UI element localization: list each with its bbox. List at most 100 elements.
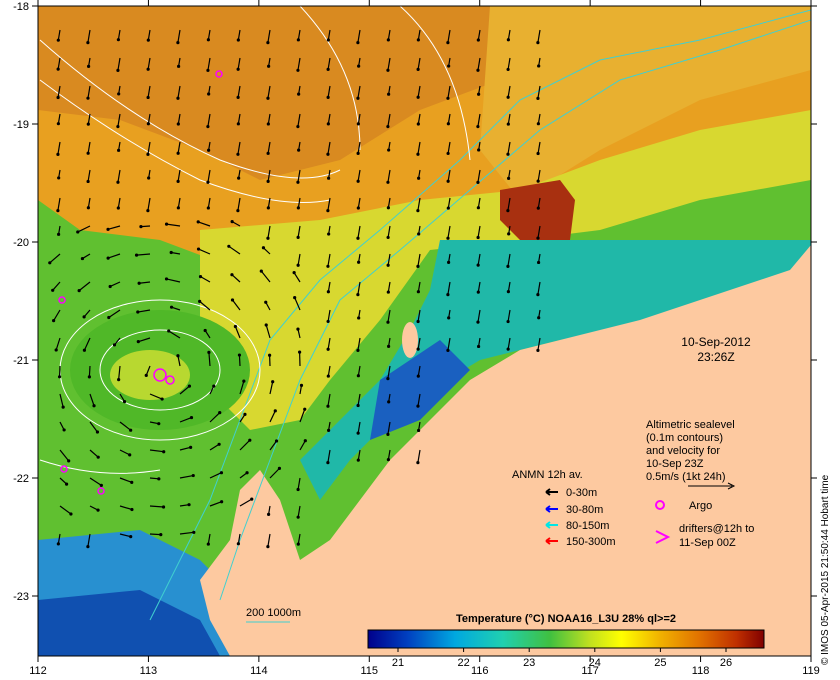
velocity-arrow-head bbox=[266, 40, 270, 45]
velocity-arrow-head bbox=[416, 208, 420, 213]
velocity-arrow-head bbox=[76, 230, 80, 234]
velocity-arrow-head bbox=[356, 179, 360, 183]
velocity-arrow-head bbox=[227, 244, 231, 248]
velocity-arrow-head bbox=[144, 373, 148, 377]
velocity-arrow-head bbox=[326, 347, 330, 351]
lon-tick-label: 118 bbox=[692, 665, 710, 677]
island bbox=[402, 322, 418, 358]
velocity-arrow-head bbox=[117, 377, 121, 382]
lat-tick-label: -21 bbox=[13, 355, 29, 367]
velocity-arrow-head bbox=[266, 206, 270, 210]
lon-tick-label: 114 bbox=[250, 665, 268, 677]
velocity-arrow-head bbox=[298, 350, 302, 354]
lon-tick-label: 113 bbox=[140, 665, 158, 677]
velocity-arrow-head bbox=[136, 340, 140, 344]
drifters-label-1: drifters@12h to bbox=[679, 523, 754, 535]
colorbar-tick-label: 26 bbox=[720, 657, 732, 669]
velocity-arrow-head bbox=[446, 151, 450, 156]
velocity-arrow-head bbox=[236, 208, 240, 213]
velocity-arrow-head bbox=[160, 397, 164, 401]
velocity-arrow-head bbox=[250, 497, 254, 501]
velocity-arrow-head bbox=[416, 404, 420, 408]
velocity-arrow-head bbox=[243, 412, 247, 416]
velocity-arrow-head bbox=[296, 235, 300, 239]
velocity-arrow-head bbox=[476, 206, 480, 210]
velocity-arrow-head bbox=[56, 152, 60, 156]
velocity-arrow-head bbox=[161, 505, 166, 509]
lat-tick-label: -23 bbox=[13, 591, 29, 603]
velocity-arrow-head bbox=[416, 347, 420, 351]
velocity-arrow-head bbox=[187, 503, 191, 507]
velocity-arrow-head bbox=[57, 232, 61, 236]
velocity-arrow-head bbox=[296, 68, 300, 72]
velocity-arrow-head bbox=[146, 152, 150, 156]
velocity-arrow-head bbox=[219, 471, 224, 475]
velocity-arrow-head bbox=[236, 542, 240, 546]
velocity-arrow-head bbox=[82, 315, 86, 319]
velocity-arrow-head bbox=[416, 152, 420, 156]
velocity-arrow-head bbox=[506, 152, 510, 156]
velocity-arrow-head bbox=[77, 289, 81, 293]
velocity-arrow-head bbox=[236, 152, 240, 156]
velocity-arrow-head bbox=[207, 350, 211, 354]
map-area bbox=[38, 6, 811, 656]
velocity-arrow-head bbox=[245, 471, 249, 475]
velocity-arrow-head bbox=[356, 122, 360, 126]
velocity-arrow-head bbox=[296, 38, 300, 42]
velocity-arrow-head bbox=[56, 208, 60, 213]
velocity-arrow-head bbox=[116, 38, 120, 42]
velocity-arrow-head bbox=[207, 148, 211, 152]
velocity-arrow bbox=[238, 355, 241, 367]
lat-tick-label: -19 bbox=[13, 119, 29, 131]
velocity-arrow-head bbox=[506, 347, 510, 351]
velocity-arrow-head bbox=[86, 96, 90, 100]
velocity-arrow-head bbox=[446, 206, 450, 210]
velocity-arrow-head bbox=[69, 512, 73, 516]
velocity-arrow-head bbox=[196, 247, 201, 251]
velocity-arrow-head bbox=[506, 290, 510, 294]
hot-patch bbox=[500, 180, 575, 240]
velocity-arrow-head bbox=[267, 64, 271, 68]
velocity-arrow-head bbox=[506, 38, 510, 42]
velocity-arrow-head bbox=[218, 411, 222, 415]
velocity-arrow-head bbox=[274, 439, 279, 443]
velocity-arrow-head bbox=[447, 316, 451, 320]
velocity-arrow-head bbox=[146, 95, 150, 100]
velocity-arrow-head bbox=[137, 281, 141, 285]
velocity-arrow-head bbox=[116, 124, 120, 129]
velocity-arrow-head bbox=[416, 460, 420, 465]
velocity-arrow-head bbox=[506, 319, 510, 324]
velocity-arrow-head bbox=[446, 122, 450, 126]
velocity-arrow-head bbox=[507, 232, 511, 236]
velocity-arrow-head bbox=[146, 122, 150, 126]
velocity-arrow-head bbox=[268, 353, 272, 357]
velocity-arrow-head bbox=[506, 122, 510, 126]
velocity-arrow-head bbox=[106, 227, 110, 231]
velocity-arrow-head bbox=[326, 374, 330, 378]
velocity-arrow bbox=[149, 533, 161, 536]
velocity-arrow-head bbox=[356, 431, 360, 435]
velocity-arrow-head bbox=[128, 453, 132, 457]
velocity-arrow-head bbox=[56, 542, 60, 546]
velocity-arrow-head bbox=[159, 533, 163, 537]
velocity-arrow-head bbox=[506, 67, 510, 72]
velocity-arrow-head bbox=[108, 284, 112, 289]
velocity-arrow-head bbox=[187, 384, 192, 388]
timestamp-date: 10-Sep-2012 bbox=[681, 335, 751, 349]
velocity-arrow-head bbox=[237, 353, 242, 357]
colorbar-tick-label: 22 bbox=[457, 657, 469, 669]
velocity-arrow-head bbox=[176, 151, 180, 155]
velocity-arrow-head bbox=[112, 343, 117, 347]
velocity-arrow-head bbox=[48, 261, 52, 265]
altimetry-line-2: (0.1m contours) bbox=[646, 432, 723, 444]
velocity-arrow-head bbox=[297, 92, 301, 96]
colorbar-tick-label: 23 bbox=[523, 657, 535, 669]
lon-tick-label: 119 bbox=[802, 665, 820, 677]
velocity-arrow-head bbox=[96, 508, 100, 512]
velocity-arrow-head bbox=[134, 253, 139, 257]
velocity-arrow-head bbox=[386, 235, 390, 240]
velocity-arrow-head bbox=[446, 236, 450, 240]
velocity-arrow-head bbox=[264, 300, 268, 304]
velocity-arrow-head bbox=[296, 263, 300, 267]
velocity-arrow-head bbox=[416, 122, 420, 126]
